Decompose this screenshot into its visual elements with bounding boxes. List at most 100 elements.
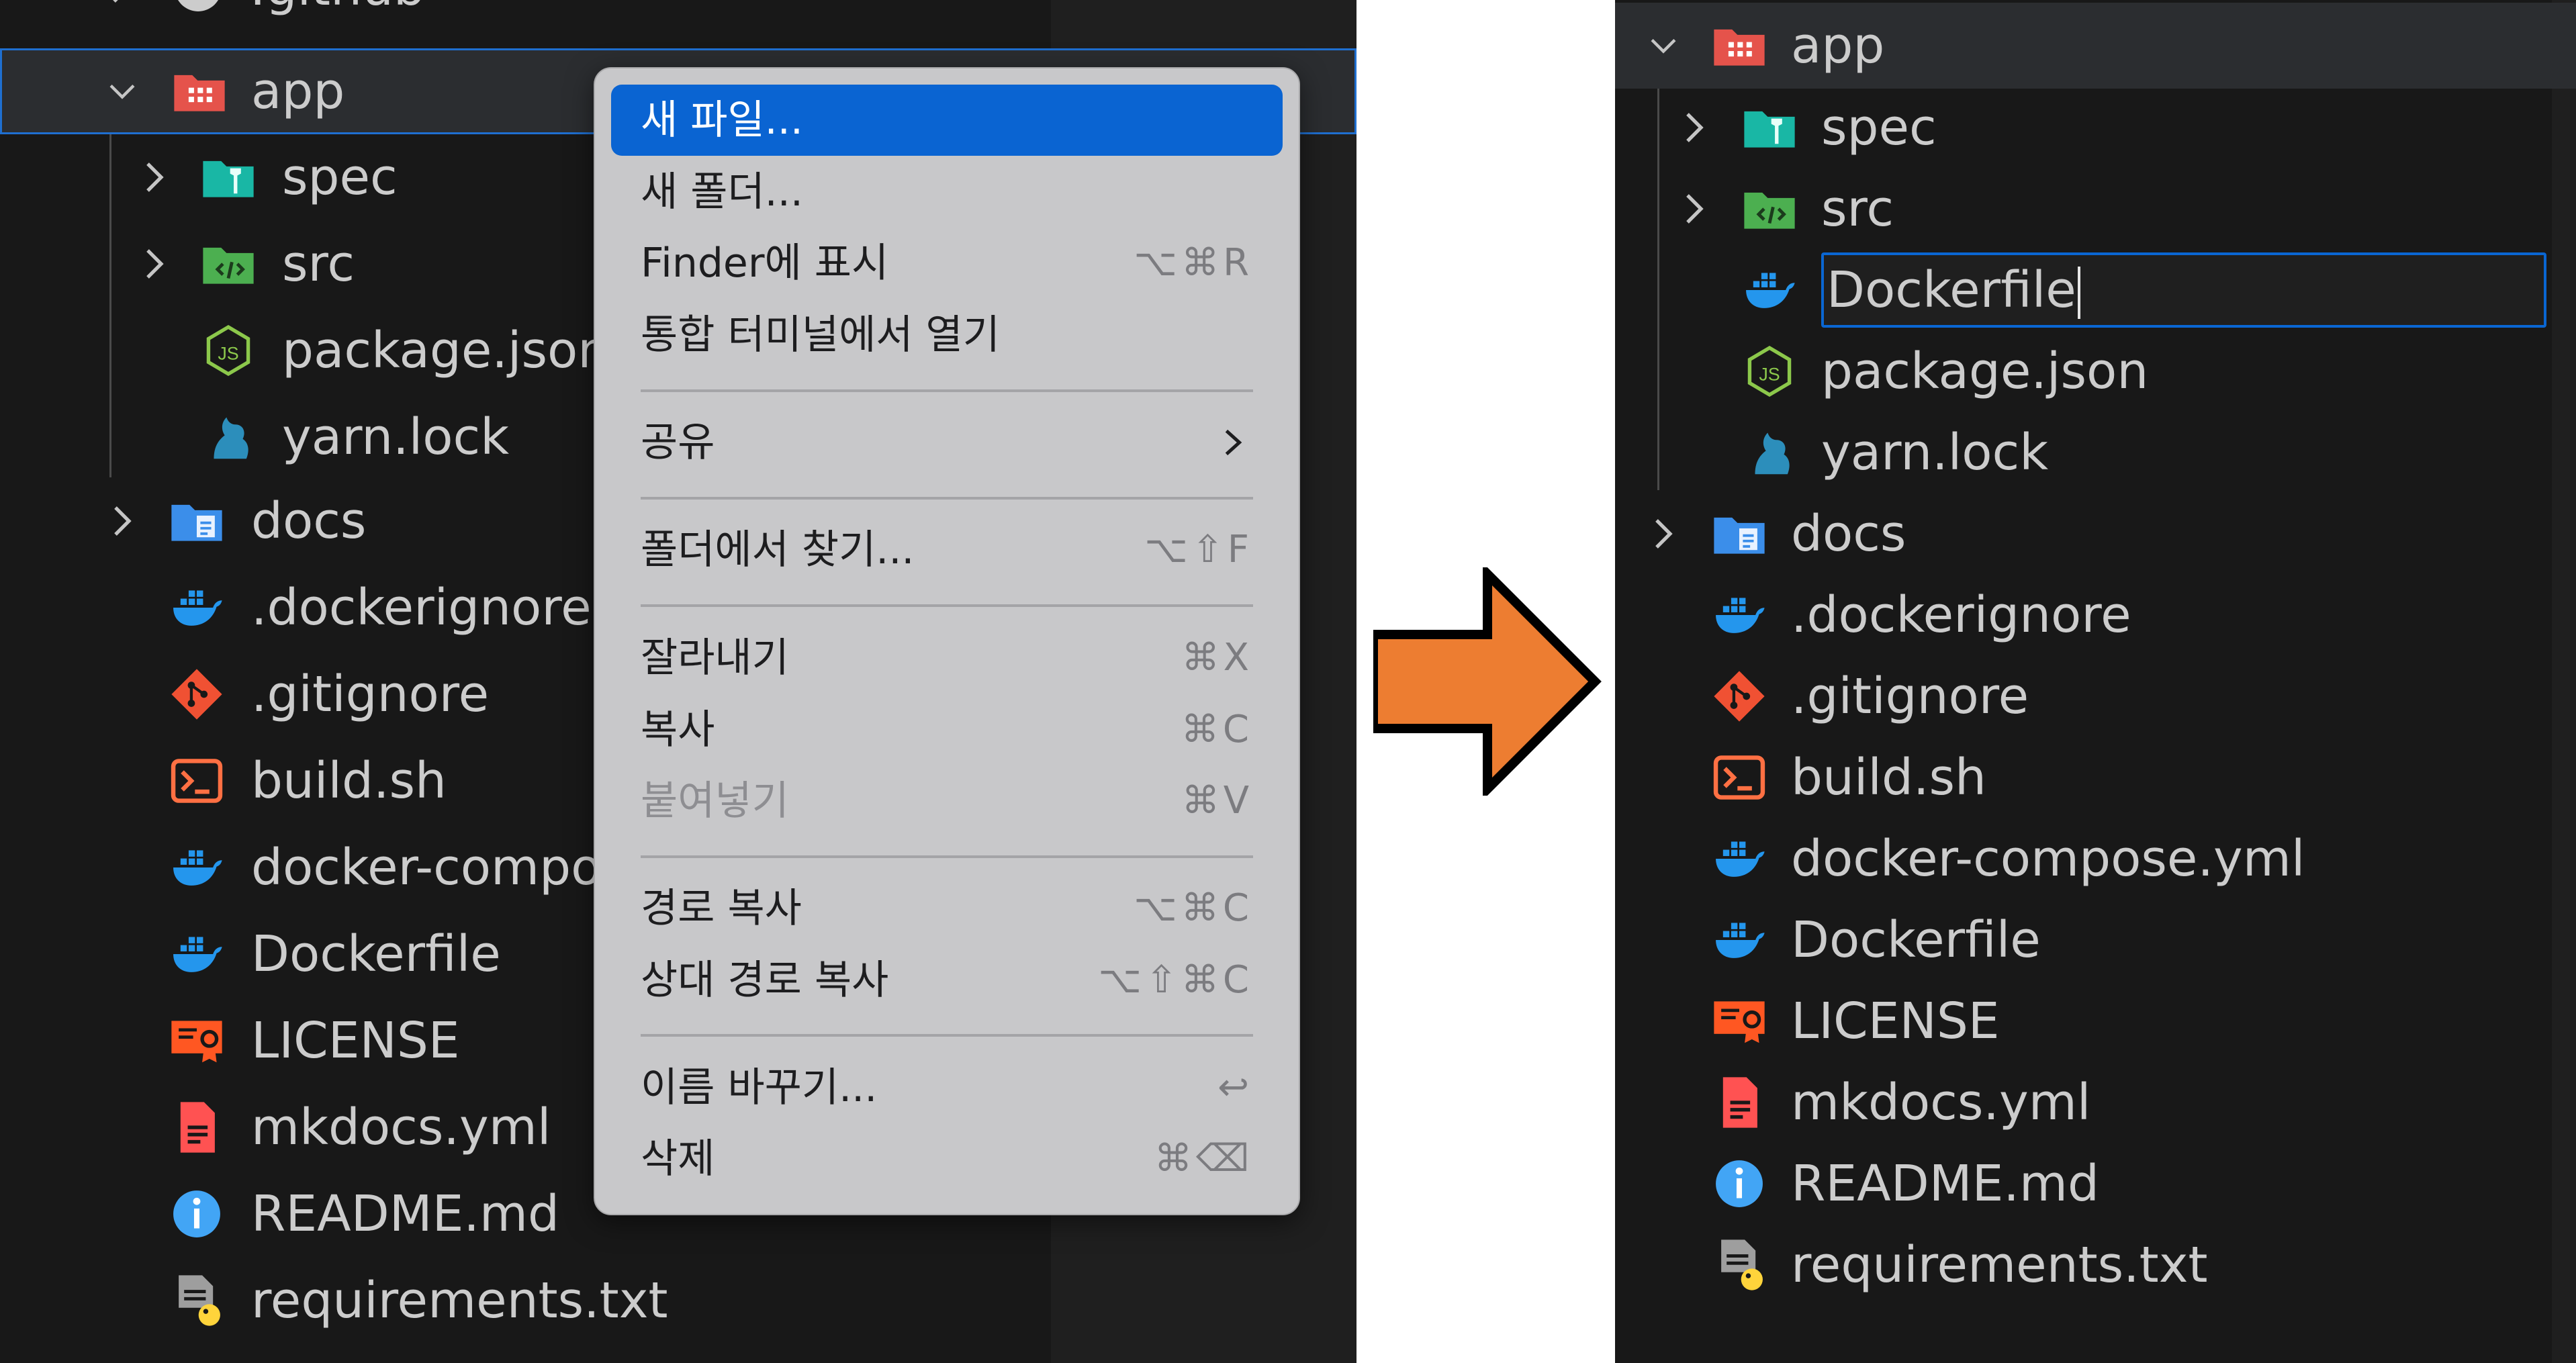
shortcut-text: ⌥⌘C <box>1134 886 1253 930</box>
menu-item-label: 복사 <box>641 706 715 753</box>
menu-separator <box>641 389 1253 392</box>
nodejs-icon: JS <box>1739 328 1800 414</box>
git-icon <box>1709 653 1769 739</box>
docker-icon <box>167 565 227 651</box>
file-name: .dockerignore <box>251 579 592 637</box>
tree-row[interactable]: build.sh <box>1615 735 2576 820</box>
tree-row[interactable]: src <box>1615 166 2576 252</box>
menu-item-label: 이름 바꾸기... <box>641 1064 878 1111</box>
svg-text:JS: JS <box>1759 364 1780 384</box>
menu-item-label: 경로 복사 <box>641 885 802 932</box>
file-name: package.json <box>282 322 610 379</box>
tree-row[interactable]: requirements.txt <box>1615 1222 2576 1308</box>
tree-row[interactable]: spec <box>1615 85 2576 171</box>
docker-icon <box>167 911 227 997</box>
tree-row[interactable]: README.md <box>1615 1141 2576 1227</box>
chevron-right-icon[interactable] <box>1674 166 1714 252</box>
docker-icon <box>1709 816 1769 902</box>
menu-item[interactable]: 경로 복사 ⌥⌘C <box>611 873 1283 944</box>
git-icon <box>167 651 227 737</box>
folder-app-icon <box>169 48 230 134</box>
menu-separator <box>641 604 1253 607</box>
menu-item[interactable]: 삭제 ⌘⌫ <box>611 1123 1283 1194</box>
file-name: LICENSE <box>1791 992 2000 1050</box>
menu-item[interactable]: 상대 경로 복사 ⌥⇧⌘C <box>611 945 1283 1016</box>
file-name: .github <box>250 0 425 31</box>
tree-row[interactable]: Dockerfile <box>1615 247 2576 333</box>
tree-row[interactable]: JS package.json <box>1615 328 2576 414</box>
file-name: docker-compose.yml <box>1791 830 2305 888</box>
nodejs-icon: JS <box>198 308 259 393</box>
submenu-chevron-icon <box>1220 427 1246 458</box>
docker-icon <box>1709 897 1769 983</box>
shortcut-text: ↩ <box>1217 1066 1253 1109</box>
file-name: src <box>282 235 355 293</box>
tree-row[interactable]: requirements.txt <box>0 1258 1356 1344</box>
menu-item[interactable]: 붙여넣기 ⌘V <box>611 765 1283 837</box>
menu-item[interactable]: 폴더에서 찾기... ⌥⇧F <box>611 514 1283 585</box>
test-folder-icon <box>198 134 259 220</box>
shortcut-text: ⌘⌫ <box>1154 1137 1253 1180</box>
context-menu: 새 파일... 새 폴더... Finder에 표시 ⌥⌘R 통합 터미널에서 열기공유… <box>594 67 1300 1215</box>
tree-row[interactable]: mkdocs.yml <box>1615 1060 2576 1145</box>
menu-separator <box>641 497 1253 500</box>
tree-row[interactable]: docker-compose.yml <box>1615 816 2576 902</box>
terminal-icon <box>167 738 227 824</box>
shortcut-text: ⌘X <box>1181 636 1253 679</box>
tree-row[interactable]: .dockerignore <box>1615 572 2576 658</box>
test-folder-icon <box>1739 85 1800 171</box>
tree-row[interactable]: yarn.lock <box>1615 410 2576 496</box>
source-folder-icon <box>1739 166 1800 252</box>
menu-item-label: 삭제 <box>641 1135 715 1182</box>
tree-row[interactable]: Dockerfile <box>1615 897 2576 983</box>
tree-row[interactable]: LICENSE <box>1615 978 2576 1064</box>
chevron-down-icon[interactable] <box>1643 3 1684 89</box>
menu-item-label: 잘라내기 <box>641 634 789 682</box>
menu-item[interactable]: 새 폴더... <box>611 156 1283 228</box>
file-name: mkdocs.yml <box>251 1098 551 1156</box>
license-icon <box>167 998 227 1084</box>
file-name: requirements.txt <box>1791 1236 2208 1294</box>
file-name: docs <box>251 492 367 550</box>
chevron-right-icon[interactable] <box>1674 85 1714 171</box>
menu-item-label: 새 폴더... <box>641 169 803 216</box>
file-name: docs <box>1791 505 1906 563</box>
file-name: src <box>1821 180 1894 238</box>
chevron-right-icon[interactable] <box>134 221 175 307</box>
rename-input[interactable]: Dockerfile <box>1821 252 2546 328</box>
menu-item[interactable]: 통합 터미널에서 열기 <box>611 299 1283 371</box>
shortcut-text: ⌥⇧F <box>1144 528 1253 571</box>
python-requirements-icon <box>1709 1222 1769 1308</box>
menu-item[interactable]: Finder에 표시 ⌥⌘R <box>611 228 1283 299</box>
chevron-right-icon[interactable] <box>1643 491 1684 577</box>
tree-row-app-folder[interactable]: app <box>1615 3 2576 89</box>
python-requirements-icon <box>167 1258 227 1344</box>
folder-app-icon <box>1709 3 1769 89</box>
chevron-down-icon[interactable] <box>102 48 142 134</box>
menu-item-label: 공유 <box>641 419 715 466</box>
source-folder-icon <box>198 221 259 307</box>
menu-item[interactable]: 복사 ⌘C <box>611 694 1283 765</box>
svg-text:JS: JS <box>218 343 238 363</box>
menu-item-label: Finder에 표시 <box>641 240 889 287</box>
menu-item[interactable]: 잘라내기 ⌘X <box>611 622 1283 694</box>
partial-row-github: .github <box>0 0 1356 31</box>
file-name: README.md <box>251 1185 559 1243</box>
menu-item-label: 붙여넣기 <box>641 778 789 825</box>
yaml-icon <box>167 1084 227 1170</box>
chevron-right-icon[interactable] <box>102 478 142 564</box>
tree-row[interactable]: .gitignore <box>1615 653 2576 739</box>
file-name: Dockerfile <box>1791 911 2041 969</box>
menu-separator <box>641 855 1253 858</box>
menu-item-label: 통합 터미널에서 열기 <box>641 312 1000 359</box>
menu-item[interactable]: 새 파일... <box>611 85 1283 156</box>
menu-item[interactable]: 공유 <box>611 407 1283 478</box>
docs-folder-icon <box>167 478 227 564</box>
chevron-right-icon[interactable] <box>134 134 175 220</box>
file-name: yarn.lock <box>282 408 510 466</box>
github-icon <box>168 0 228 31</box>
shortcut-text: ⌥⌘R <box>1134 241 1253 285</box>
tree-row[interactable]: docs <box>1615 491 2576 577</box>
chevron-right-icon <box>101 0 141 31</box>
menu-item[interactable]: 이름 바꾸기... ↩ <box>611 1052 1283 1123</box>
